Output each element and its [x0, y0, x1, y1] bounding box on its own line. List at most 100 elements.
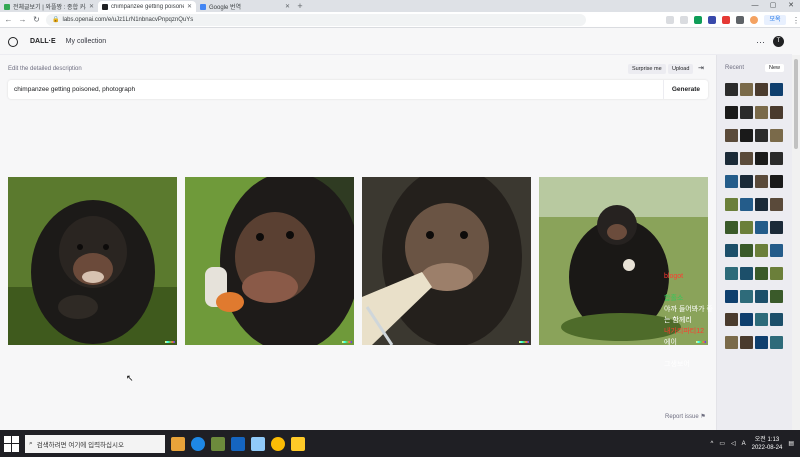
recent-thumbnail[interactable] [740, 129, 753, 142]
tray-chevron-icon[interactable]: ^ [710, 441, 713, 447]
upload-button[interactable]: Upload [668, 64, 694, 74]
recent-thumbnail[interactable] [740, 336, 753, 349]
recent-thumbnail[interactable] [755, 313, 768, 326]
page-scrollbar[interactable] [792, 55, 800, 430]
recent-thumbnail[interactable] [725, 106, 738, 119]
recent-thumbnail[interactable] [740, 83, 753, 96]
recent-thumbnail[interactable] [740, 175, 753, 188]
scrollbar-thumb[interactable] [794, 59, 798, 149]
user-avatar[interactable]: T [773, 36, 784, 47]
close-window-icon[interactable]: ✕ [782, 0, 800, 12]
recent-thumbnail[interactable] [755, 83, 768, 96]
maximize-icon[interactable]: ▢ [764, 0, 782, 12]
bookmark-star-icon[interactable] [680, 15, 688, 24]
recent-thumbnail[interactable] [725, 267, 738, 280]
close-tab-icon[interactable]: ✕ [89, 3, 94, 10]
address-bar[interactable]: 🔒 labs.openai.com/e/uJz1LrN1nbnacvPnpqzn… [46, 13, 586, 26]
back-icon[interactable]: ← [4, 15, 13, 24]
recent-thumbnail[interactable] [770, 290, 783, 303]
recent-thumbnail[interactable] [755, 129, 768, 142]
recent-thumbnail[interactable] [770, 267, 783, 280]
ime-icon[interactable]: A [742, 441, 746, 447]
recent-thumbnail[interactable] [770, 313, 783, 326]
recent-thumbnail[interactable] [755, 152, 768, 165]
my-collection-link[interactable]: My collection [66, 38, 106, 45]
recent-thumbnail[interactable] [725, 244, 738, 257]
recent-thumbnail[interactable] [770, 336, 783, 349]
share-icon[interactable] [666, 15, 674, 24]
extension-green-icon[interactable] [694, 15, 702, 24]
recent-thumbnail[interactable] [755, 244, 768, 257]
profile-button[interactable]: 모옥 [764, 14, 786, 25]
recent-thumbnail[interactable] [770, 221, 783, 234]
recent-thumbnail[interactable] [770, 83, 783, 96]
generate-button[interactable]: Generate [662, 80, 708, 99]
recent-thumbnail[interactable] [755, 106, 768, 119]
more-options-icon[interactable]: ··· [756, 37, 765, 47]
brand-title[interactable]: DALL·E [30, 38, 56, 45]
recent-thumbnail[interactable] [740, 221, 753, 234]
recent-thumbnail[interactable] [740, 267, 753, 280]
extension-v-icon[interactable] [708, 15, 716, 24]
extension-red-icon[interactable] [722, 15, 730, 24]
chrome-icon[interactable] [271, 436, 285, 451]
recent-thumbnail[interactable] [725, 221, 738, 234]
recent-thumbnail[interactable] [725, 83, 738, 96]
task-view-icon[interactable] [171, 436, 185, 451]
recent-thumbnail[interactable] [770, 198, 783, 211]
explorer-files-icon[interactable] [251, 436, 265, 451]
edge-icon[interactable] [191, 436, 205, 451]
reload-icon[interactable]: ↻ [32, 15, 41, 24]
recent-thumbnail[interactable] [755, 175, 768, 188]
recent-thumbnail[interactable] [740, 290, 753, 303]
recent-thumbnail[interactable] [725, 175, 738, 188]
openai-logo-icon[interactable] [8, 36, 18, 47]
collapse-sidebar-icon[interactable]: ⇥ [698, 64, 704, 72]
generated-image-1[interactable] [8, 177, 177, 345]
new-tab-button[interactable]: + [294, 1, 306, 12]
recent-thumbnail[interactable] [770, 152, 783, 165]
recent-thumbnail[interactable] [755, 336, 768, 349]
recent-thumbnail[interactable] [770, 129, 783, 142]
recent-thumbnail[interactable] [770, 106, 783, 119]
menu-dots-icon[interactable]: ⋮ [792, 16, 800, 25]
prompt-input[interactable]: chimpanzee getting poisoned, photograph [8, 86, 663, 93]
windows-start-icon[interactable] [4, 435, 20, 452]
recent-thumbnail[interactable] [770, 175, 783, 188]
recent-thumbnail[interactable] [740, 198, 753, 211]
recent-thumbnail[interactable] [740, 106, 753, 119]
avatar-icon[interactable] [750, 15, 758, 24]
recent-thumbnail[interactable] [725, 336, 738, 349]
recent-thumbnail[interactable] [740, 313, 753, 326]
recent-thumbnail[interactable] [725, 129, 738, 142]
folder-icon[interactable] [291, 436, 305, 451]
minecraft-icon[interactable] [211, 436, 225, 451]
recent-thumbnail[interactable] [725, 313, 738, 326]
browser-tab-translate[interactable]: Google 번역 ✕ [196, 1, 294, 12]
minimize-icon[interactable]: — [746, 0, 764, 12]
close-tab-icon[interactable]: ✕ [187, 3, 192, 10]
surprise-me-button[interactable]: Surprise me [628, 64, 666, 74]
recent-thumbnail[interactable] [740, 152, 753, 165]
recent-thumbnail[interactable] [770, 244, 783, 257]
network-icon[interactable]: ▭ [719, 440, 725, 447]
forward-icon[interactable]: → [18, 15, 27, 24]
recent-thumbnail[interactable] [725, 290, 738, 303]
recent-thumbnail[interactable] [725, 198, 738, 211]
new-button[interactable]: New [765, 64, 785, 72]
volume-icon[interactable]: ◁ [731, 440, 736, 447]
recent-thumbnail[interactable] [725, 152, 738, 165]
recent-thumbnail[interactable] [740, 244, 753, 257]
close-tab-icon[interactable]: ✕ [285, 3, 290, 10]
recent-thumbnail[interactable] [755, 198, 768, 211]
report-issue-link[interactable]: Report issue ⚑ [665, 413, 706, 420]
recent-thumbnail[interactable] [755, 267, 768, 280]
notification-icon[interactable]: ▤ [788, 440, 794, 447]
generated-image-2[interactable] [185, 177, 354, 345]
browser-tab-waffle[interactable]: 전체글보기 | 와플짱 : 종합 커사이트 ✕ [0, 1, 98, 12]
browser-tab-dalle[interactable]: chimpanzee getting poisoned... ✕ [98, 1, 196, 12]
taskbar-search-input[interactable]: ⌕ 검색하려면 여기에 입력하십시오 [25, 434, 165, 453]
taskbar-clock[interactable]: 오전 1:13 2022-08-24 [752, 436, 783, 452]
recent-thumbnail[interactable] [755, 221, 768, 234]
puzzle-icon[interactable] [736, 15, 744, 24]
